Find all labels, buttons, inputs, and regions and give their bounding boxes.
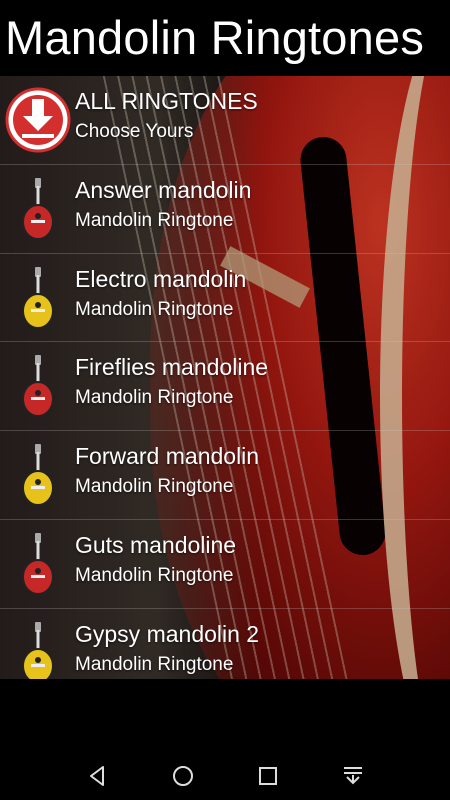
- ringtone-list: ALL RINGTONES Choose Yours Answer mandol…: [0, 76, 450, 679]
- mandolin-yellow-icon: [5, 438, 71, 512]
- list-item-title: Answer mandolin: [75, 176, 252, 203]
- list-item-subtitle: Mandolin Ringtone: [75, 209, 234, 231]
- list-item-subtitle: Mandolin Ringtone: [75, 564, 234, 586]
- list-item-subtitle: Mandolin Ringtone: [75, 387, 234, 409]
- list-item-title: ALL RINGTONES: [75, 88, 258, 114]
- list-item-title: Fireflies mandoline: [75, 354, 269, 381]
- app-header: Mandolin Ringtones: [0, 0, 450, 76]
- mandolin-yellow-icon: [5, 261, 71, 335]
- back-icon[interactable]: [86, 764, 110, 788]
- system-navigation-bar: [0, 752, 450, 800]
- list-item-all-ringtones[interactable]: ALL RINGTONES Choose Yours: [0, 76, 450, 165]
- mandolin-red-icon: [5, 172, 71, 246]
- list-item-ringtone[interactable]: Fireflies mandoline Mandolin Ringtone: [0, 342, 450, 431]
- list-item-title: Forward mandolin: [75, 443, 260, 469]
- notifications-pull-icon[interactable]: [341, 764, 365, 788]
- recents-icon[interactable]: [256, 764, 280, 788]
- home-icon[interactable]: [171, 764, 195, 788]
- list-item-ringtone[interactable]: Guts mandoline Mandolin Ringtone: [0, 520, 450, 609]
- list-item-title: Electro mandolin: [75, 265, 247, 292]
- mandolin-yellow-icon: [5, 616, 71, 679]
- list-item-ringtone[interactable]: Answer mandolin Mandolin Ringtone: [0, 165, 450, 254]
- list-item-subtitle: Mandolin Ringtone: [75, 298, 234, 320]
- list-item-title: Gypsy mandolin 2: [75, 620, 260, 647]
- list-item-subtitle: Mandolin Ringtone: [75, 476, 234, 497]
- list-item-ringtone[interactable]: Gypsy mandolin 2 Mandolin Ringtone: [0, 609, 450, 679]
- list-item-subtitle: Mandolin Ringtone: [75, 653, 234, 675]
- download-icon: [5, 83, 71, 157]
- mandolin-red-icon: [5, 527, 71, 601]
- list-item-title: Guts mandoline: [75, 531, 237, 558]
- ringtone-list-area: ALL RINGTONES Choose Yours Answer mandol…: [0, 76, 450, 679]
- app-title: Mandolin Ringtones: [5, 11, 425, 64]
- list-item-ringtone[interactable]: Electro mandolin Mandolin Ringtone: [0, 254, 450, 343]
- list-item-ringtone[interactable]: Forward mandolin Mandolin Ringtone: [0, 431, 450, 520]
- list-item-subtitle: Choose Yours: [75, 121, 194, 142]
- mandolin-red-icon: [5, 349, 71, 423]
